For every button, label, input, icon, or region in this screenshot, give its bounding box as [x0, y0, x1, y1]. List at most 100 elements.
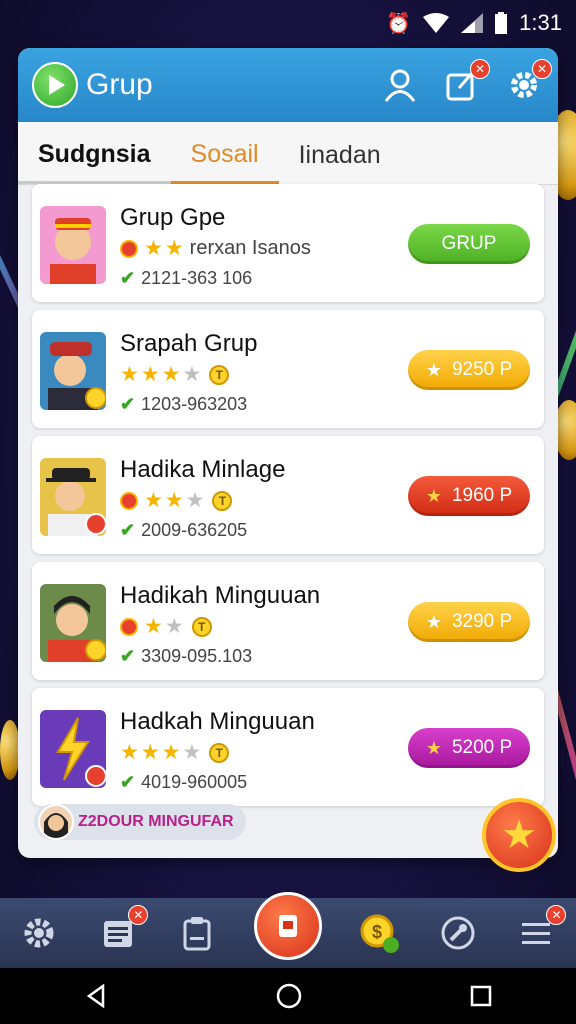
- star-icon: ★: [161, 363, 181, 386]
- star-icon: ★: [144, 615, 163, 638]
- news-icon[interactable]: ✕: [96, 905, 149, 955]
- rating-row: ★ ★ ★ ★ T: [120, 362, 230, 387]
- notification-badge: ✕: [532, 59, 552, 79]
- avatar: [40, 332, 106, 410]
- battery-icon: [495, 12, 508, 34]
- back-icon[interactable]: [83, 983, 109, 1009]
- points-button[interactable]: ★ 5200 P: [408, 728, 530, 768]
- star-icon: ★: [144, 237, 163, 260]
- gear-icon[interactable]: ✕: [504, 59, 552, 105]
- app-header: Grup ✕ ✕: [18, 48, 558, 122]
- clipboard-icon[interactable]: [175, 911, 219, 955]
- button-label: 3290 P: [451, 611, 513, 632]
- check-icon: ✔: [120, 394, 136, 414]
- button-label: 9250 P: [451, 359, 513, 380]
- list-item[interactable]: Hadkah Minguuan ★ ★ ★ ★ T ✔ 4019-960005 …: [32, 688, 544, 806]
- decorative-coin: [0, 720, 20, 780]
- avatar: [40, 458, 106, 536]
- coin-icon: T: [209, 742, 230, 763]
- group-name: Srapah Grup: [120, 330, 258, 357]
- phone-number: 2121-363 106: [141, 268, 253, 288]
- clock-time: 1:31: [519, 10, 562, 35]
- play-icon[interactable]: [32, 62, 78, 108]
- phone-number: 1203-963203: [141, 394, 248, 414]
- home-center-button[interactable]: [253, 892, 322, 960]
- button-label: GRUP: [441, 233, 497, 254]
- signal-icon: [461, 13, 484, 33]
- star-icon: ★: [425, 485, 442, 506]
- button-label: 1960 P: [451, 485, 513, 506]
- phone-row: ✔ 1203-963203: [120, 394, 247, 415]
- system-nav-bar: [0, 968, 576, 1024]
- button-label: 5200 P: [451, 737, 513, 758]
- medal-icon: [120, 239, 138, 258]
- group-button[interactable]: GRUP: [408, 224, 530, 264]
- star-fab-button[interactable]: ★: [482, 798, 556, 872]
- avatar: [40, 206, 106, 284]
- phone-row: ✔ 3309-095.103: [120, 646, 252, 667]
- tab-sudgnsia[interactable]: Sudgnsia: [18, 140, 171, 184]
- phone-number: 4019-960005: [141, 772, 248, 792]
- group-name: Hadikah Minguuan: [120, 582, 321, 609]
- check-icon: ✔: [120, 772, 136, 792]
- avatar: [40, 584, 106, 662]
- list-item[interactable]: Srapah Grup ★ ★ ★ ★ T ✔ 1203-963203 ★ 92…: [32, 310, 544, 428]
- star-icon: ★: [164, 615, 184, 638]
- phone-number: 3309-095.103: [141, 646, 253, 666]
- points-button[interactable]: ★ 9250 P: [408, 350, 530, 390]
- star-icon: ★: [140, 363, 160, 386]
- star-icon: ★: [144, 489, 163, 512]
- wrench-icon[interactable]: [436, 911, 480, 955]
- alarm-icon: ⏰: [386, 12, 412, 35]
- menu-icon[interactable]: ✕: [514, 905, 567, 955]
- group-name: Hadkah Minguuan: [120, 708, 315, 735]
- phone-number: 2009-636205: [141, 520, 248, 540]
- tab-iinadan[interactable]: Iinadan: [279, 141, 401, 184]
- group-panel: Grup ✕ ✕ Sudgnsia Sosail Iinadan Grup Gp…: [18, 48, 558, 858]
- list-item[interactable]: Hadika Minlage ★ ★ ★ T ✔ 2009-636205 ★ 1…: [32, 436, 544, 554]
- check-icon: ✔: [120, 268, 136, 288]
- wifi-icon: [423, 13, 450, 33]
- coin-icon: T: [212, 490, 233, 511]
- gear-icon[interactable]: [17, 911, 61, 955]
- rating-row: ★ ★ rerxan Isanos: [120, 236, 311, 261]
- phone-row: ✔ 4019-960005: [120, 772, 247, 793]
- star-icon: ★: [120, 363, 139, 386]
- person-icon[interactable]: [380, 65, 420, 105]
- star-icon: ★: [425, 737, 442, 758]
- points-button[interactable]: ★ 3290 P: [408, 602, 530, 642]
- avatar: [38, 804, 74, 840]
- medal-icon: [120, 617, 138, 636]
- chip-label: Z2DOUR MINGUFAR: [78, 813, 234, 830]
- group-list: Grup Gpe ★ ★ rerxan Isanos ✔ 2121-363 10…: [32, 184, 544, 814]
- group-name: Hadika Minlage: [120, 456, 286, 483]
- star-icon: ★: [182, 363, 202, 386]
- star-icon: ★: [501, 813, 537, 857]
- notification-badge: ✕: [546, 905, 567, 925]
- star-icon: ★: [182, 741, 202, 764]
- tab-sosail[interactable]: Sosail: [170, 140, 279, 184]
- rating-text: rerxan Isanos: [189, 237, 311, 259]
- medal-icon: [120, 491, 138, 510]
- star-icon: ★: [164, 237, 184, 260]
- home-icon[interactable]: [275, 982, 303, 1010]
- check-icon: ✔: [120, 646, 136, 666]
- list-item[interactable]: Hadikah Minguuan ★ ★ T ✔ 3309-095.103 ★ …: [32, 562, 544, 680]
- list-item[interactable]: Grup Gpe ★ ★ rerxan Isanos ✔ 2121-363 10…: [32, 184, 544, 302]
- recents-icon[interactable]: [469, 984, 493, 1008]
- star-icon: ★: [425, 359, 442, 380]
- star-icon: ★: [140, 741, 160, 764]
- check-icon: ✔: [120, 520, 136, 540]
- star-icon: ★: [161, 741, 181, 764]
- coin-icon[interactable]: $: [357, 911, 401, 955]
- rating-row: ★ ★ T: [120, 614, 212, 639]
- status-bar: ⏰ 1:31: [0, 0, 576, 44]
- rating-row: ★ ★ ★ T: [120, 488, 233, 513]
- bottom-game-nav: ✕ $ ✕: [0, 892, 576, 968]
- coin-icon: T: [209, 364, 230, 385]
- tab-bar: Sudgnsia Sosail Iinadan: [18, 122, 558, 185]
- edit-icon[interactable]: ✕: [442, 59, 490, 105]
- points-button[interactable]: ★ 1960 P: [408, 476, 530, 516]
- phone-row: ✔ 2009-636205: [120, 520, 247, 541]
- user-chip[interactable]: Z2DOUR MINGUFAR: [34, 804, 246, 840]
